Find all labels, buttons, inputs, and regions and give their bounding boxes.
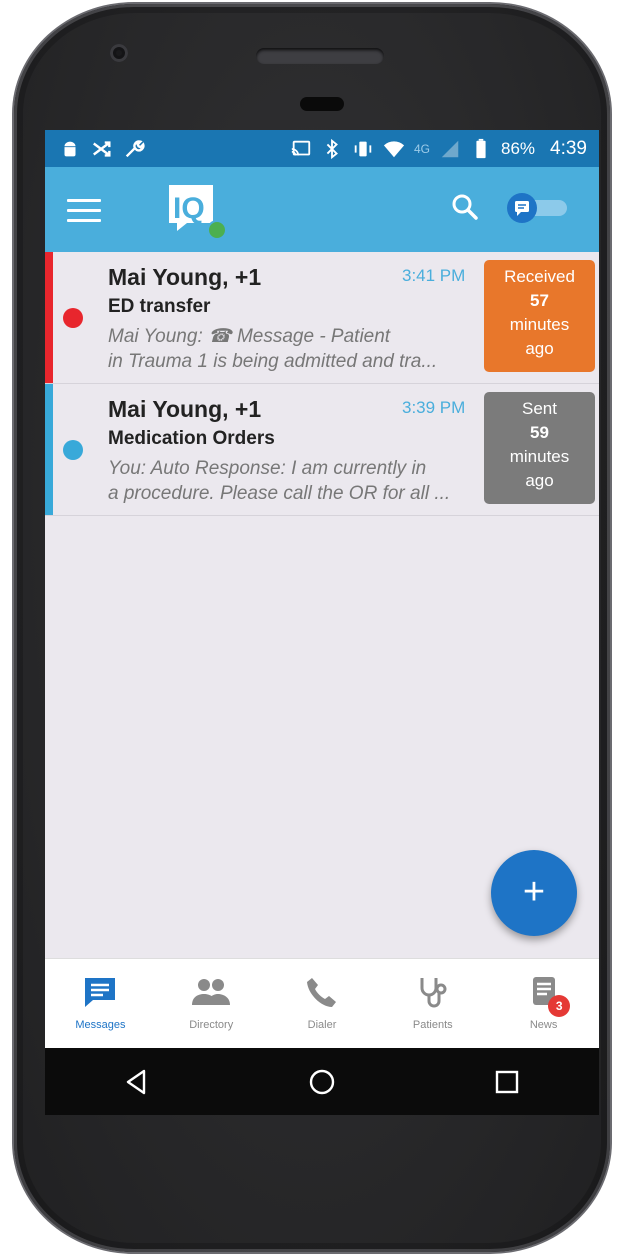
badge-suffix: ago <box>525 471 554 490</box>
bluetooth-icon <box>326 138 338 159</box>
network-type: 4G <box>413 141 430 156</box>
phone-screen: 4G 86% 4:39 IQ Mai Young, +1 3:41 PM ED … <box>45 130 599 1115</box>
badge-unit: minutes <box>509 315 570 334</box>
wrench-icon <box>125 139 145 157</box>
conversation-subject: ED transfer <box>108 296 211 317</box>
menu-icon[interactable] <box>67 199 101 223</box>
message-icon <box>85 978 116 1007</box>
home-icon[interactable] <box>307 1067 337 1097</box>
conversation-time: 3:39 PM <box>402 398 466 417</box>
front-camera <box>110 44 128 62</box>
vibrate-icon <box>354 141 372 156</box>
priority-bar <box>45 384 53 515</box>
conversation-preview: You: Auto Response: I am currently in a … <box>108 456 480 506</box>
app-logo: IQ <box>169 185 227 240</box>
conversation-participants: Mai Young, +1 <box>108 396 262 422</box>
availability-toggle[interactable] <box>505 191 571 225</box>
proximity-sensor <box>300 97 344 111</box>
conversation-row[interactable]: Mai Young, +1 3:41 PM ED transfer Mai Yo… <box>45 252 599 384</box>
news-count-badge: 3 <box>548 995 571 1017</box>
badge-minutes: 57 <box>530 291 549 310</box>
conversation-list: Mai Young, +1 3:41 PM ED transfer Mai Yo… <box>45 252 599 516</box>
badge-unit: minutes <box>509 447 570 466</box>
conversation-preview: Mai Young: ☎ Message - Patient in Trauma… <box>108 324 480 374</box>
signal-icon <box>441 140 459 157</box>
preview-line: Mai Young: ☎ Message - Patient <box>108 326 391 347</box>
battery-percent: 86% <box>500 138 536 158</box>
nav-messages[interactable]: Messages <box>45 959 156 1049</box>
sent-badge: Sent 59 minutes ago <box>484 392 595 504</box>
stethoscope-icon <box>420 978 447 1008</box>
svg-text:IQ: IQ <box>173 192 205 225</box>
earpiece-speaker <box>256 48 384 64</box>
wifi-icon <box>383 140 405 157</box>
preview-line: a procedure. Please call the OR for all … <box>108 483 451 504</box>
nav-dialer[interactable]: Dialer <box>267 959 378 1049</box>
back-icon[interactable] <box>122 1067 152 1097</box>
conversation-time: 3:41 PM <box>402 266 466 285</box>
recents-icon[interactable] <box>492 1067 522 1097</box>
nav-patients[interactable]: Patients <box>377 959 488 1049</box>
nav-label: Directory <box>189 1019 234 1031</box>
received-badge: Received 57 minutes ago <box>484 260 595 372</box>
conversation-row[interactable]: Mai Young, +1 3:39 PM Medication Orders … <box>45 384 599 516</box>
nav-label: Dialer <box>307 1019 337 1031</box>
nav-label: News <box>529 1019 558 1031</box>
conversation-subject: Medication Orders <box>108 428 275 449</box>
nav-label: Patients <box>412 1019 453 1031</box>
status-clock: 4:39 <box>550 137 587 159</box>
system-nav-bar <box>45 1048 599 1115</box>
badge-status: Received <box>504 267 575 286</box>
phone-icon <box>306 978 336 1007</box>
bottom-nav: Messages Directory Dialer Patients 3 New… <box>45 958 599 1049</box>
conversation-participants: Mai Young, +1 <box>108 264 262 290</box>
app-bar: IQ <box>45 167 599 252</box>
preview-line: in Trauma 1 is being admitted and tra... <box>108 351 438 372</box>
nav-news[interactable]: 3 News <box>488 959 599 1049</box>
unread-dot <box>63 308 83 328</box>
nav-label: Messages <box>75 1019 126 1031</box>
search-icon[interactable] <box>447 189 483 225</box>
nav-directory[interactable]: Directory <box>156 959 267 1049</box>
cast-icon <box>291 140 311 156</box>
shuffle-icon <box>93 140 111 157</box>
priority-bar <box>45 252 53 383</box>
badge-minutes: 59 <box>530 423 549 442</box>
new-message-button[interactable]: + <box>491 850 577 936</box>
android-icon <box>64 141 76 156</box>
status-bar: 4G 86% 4:39 <box>45 130 599 167</box>
people-icon <box>192 979 231 1005</box>
battery-icon <box>476 138 486 158</box>
badge-suffix: ago <box>525 339 554 358</box>
preview-line: You: Auto Response: I am currently in <box>108 458 427 479</box>
unread-dot <box>63 440 83 460</box>
badge-status: Sent <box>522 399 557 418</box>
